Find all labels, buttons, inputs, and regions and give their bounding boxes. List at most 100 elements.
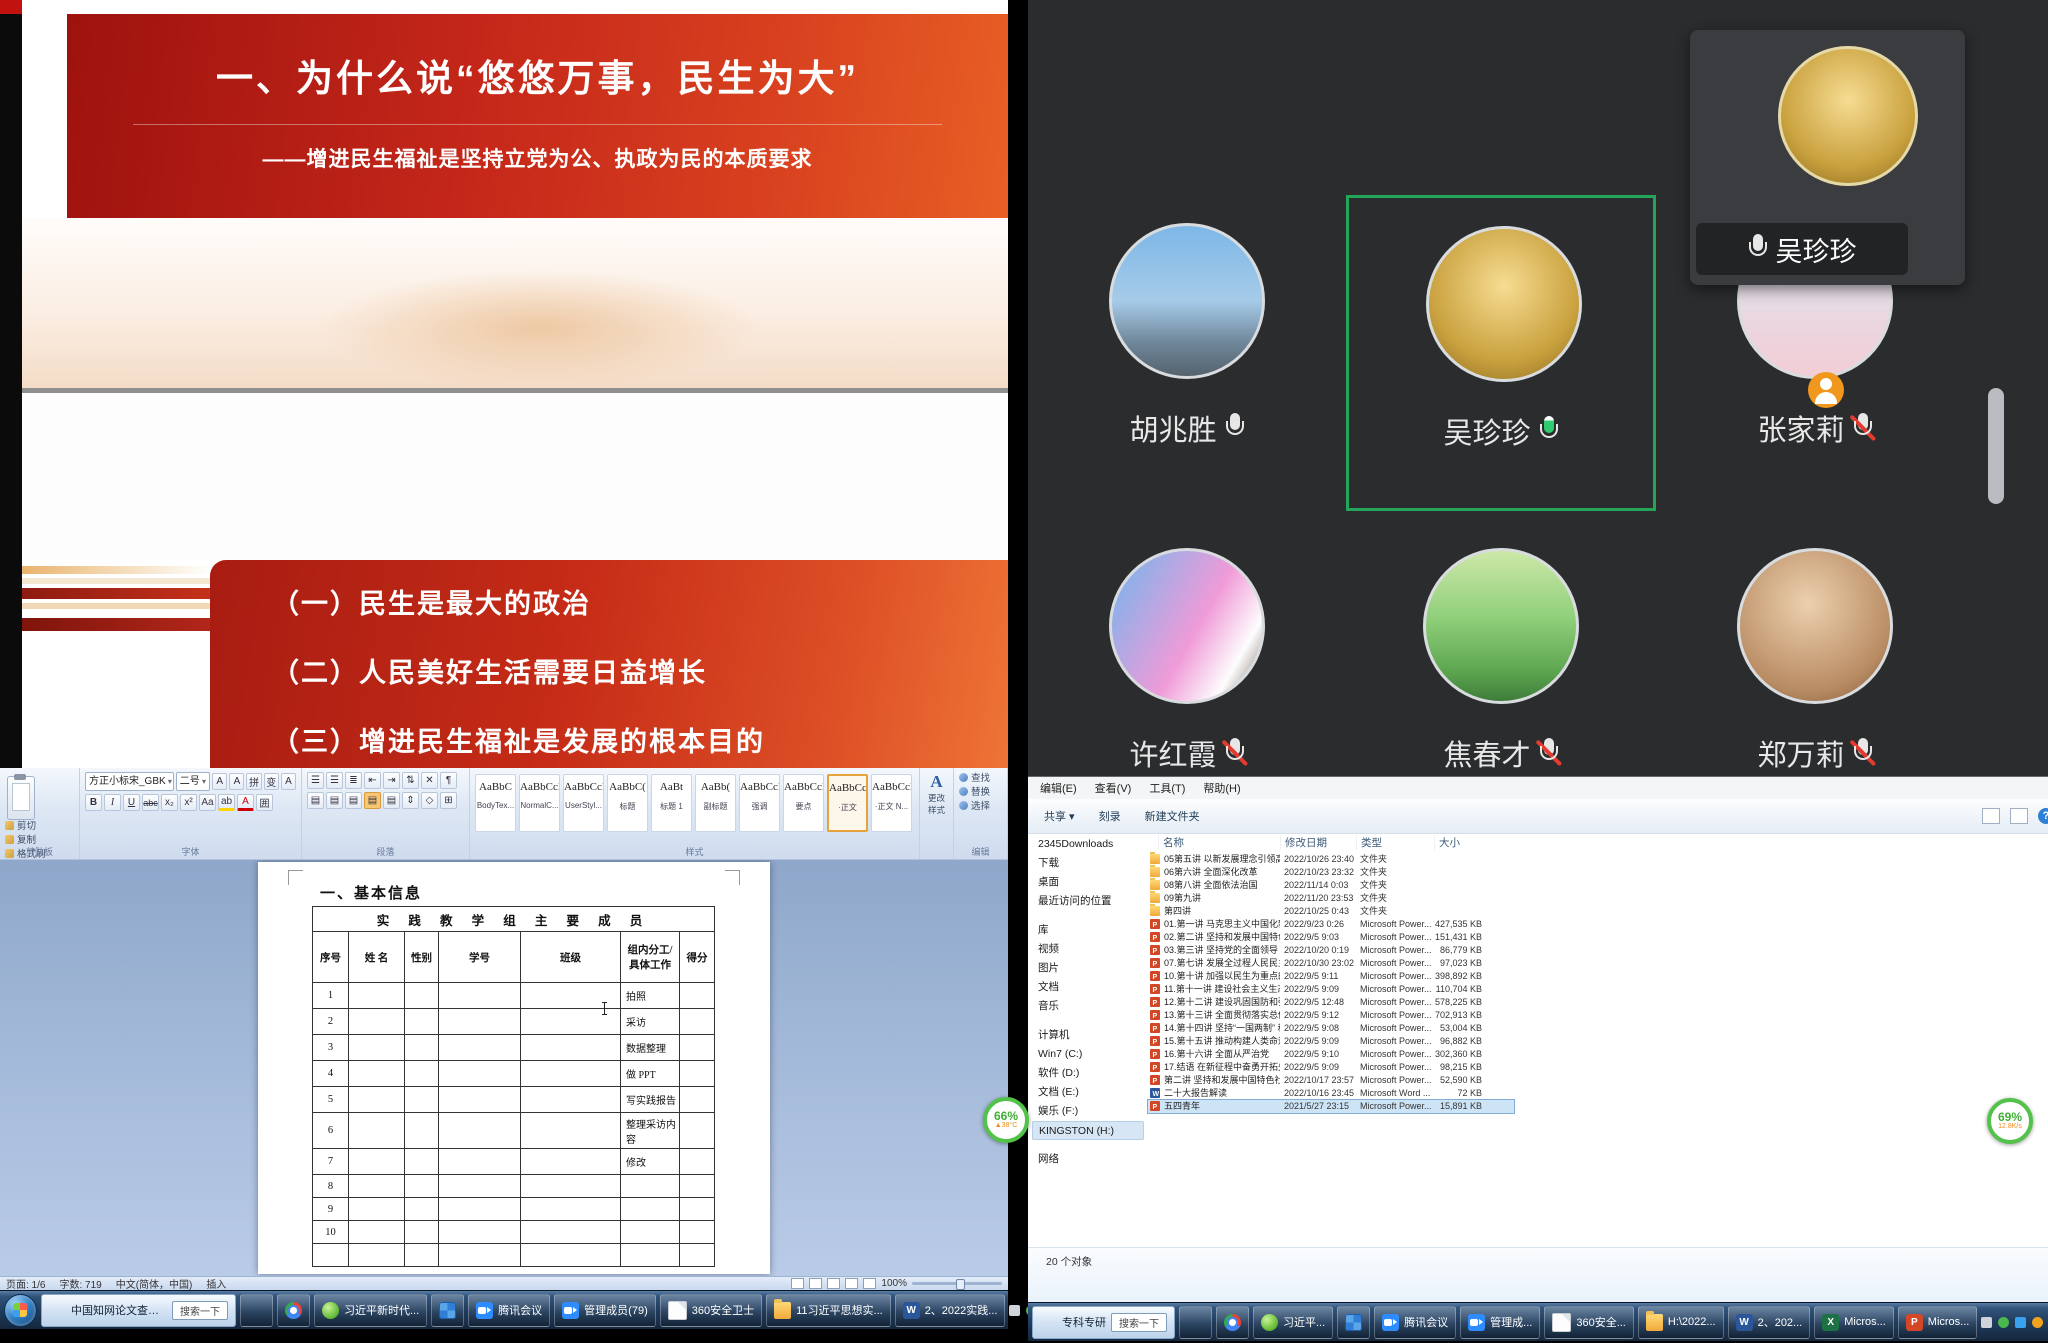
table-row[interactable]: 3 数据整理 [313,1035,715,1061]
file-row[interactable]: 第四讲 2022/10/25 0:43 文件夹 [1148,905,2040,918]
column-header-type[interactable]: 类型 [1356,835,1382,850]
view-mode-icon[interactable] [809,1278,822,1289]
taskbar-button[interactable]: 习近平... [1253,1306,1333,1339]
taskbar-button[interactable] [1179,1306,1212,1339]
font-size-combobox[interactable]: 二号 [176,772,210,791]
taskbar-button[interactable]: 360安全卫士 [660,1294,762,1327]
file-row[interactable]: 15.第十五讲 推动构建人类命运共同体 2022/9/5 9:09 Micros… [1148,1035,2040,1048]
editing-button[interactable]: 选择 [959,800,1002,814]
status-segment[interactable]: 字数: 719 [59,1276,101,1290]
taskbar-button[interactable]: H:\2022... [1638,1306,1724,1339]
font-tool-button[interactable]: 变 [264,773,279,790]
view-mode-icon[interactable] [827,1278,840,1289]
view-mode-icon[interactable] [845,1278,858,1289]
taskbar-button[interactable]: 11习近平思想实... [766,1294,891,1327]
menu-item[interactable]: 工具(T) [1149,780,1185,796]
table-row[interactable]: 8 [313,1175,715,1198]
taskbar-button[interactable]: 腾讯会议 [468,1294,550,1327]
taskbar-button[interactable]: 360安全... [1544,1306,1634,1339]
font-tool-button[interactable]: A [281,773,296,790]
alignment-button[interactable]: ▤ [326,792,343,809]
table-row[interactable]: 1 拍照 [313,983,715,1009]
status-segment[interactable]: 插入 [206,1276,226,1290]
sidebar-item[interactable]: 图片 [1032,959,1144,978]
column-header-date[interactable]: 修改日期 [1280,835,1327,850]
participant-tile[interactable]: 焦春才 [1346,520,1656,776]
font-tool-button[interactable]: A [212,773,227,790]
taskbar-button[interactable] [1216,1306,1249,1339]
taskbar-button[interactable] [240,1294,273,1327]
file-row[interactable]: 11.第十一讲 建设社会主义生态文明 2022/9/5 9:09 Microso… [1148,983,2040,996]
taskbar-button[interactable]: 中国知网论文查重官... 搜索一下 [41,1294,236,1327]
view-mode-icon[interactable] [791,1278,804,1289]
column-header-name[interactable]: 名称 [1158,835,1184,850]
paragraph-button[interactable]: ☰ [326,772,343,789]
taskbar-button[interactable]: Micros... [1814,1306,1894,1339]
zoom-level[interactable]: 100% [881,1278,907,1289]
toolbar-button[interactable]: 刻录 [1099,808,1121,824]
table-row[interactable]: 2 采访 [313,1009,715,1035]
360-speedball[interactable]: 66% ▲38°C [983,1097,1029,1143]
sidebar-item[interactable]: 计算机 [1032,1026,1144,1045]
style-card[interactable]: AaBt 标题 1 [651,774,692,832]
sidebar-item[interactable]: 下载 [1032,854,1144,873]
taskbar-button[interactable]: 管理成... [1460,1306,1540,1339]
sidebar-item[interactable]: 最近访问的位置 [1032,892,1144,911]
table-row[interactable] [313,1244,715,1267]
file-row[interactable]: 二十大报告解读 2022/10/16 23:45 Microsoft Word … [1148,1087,2040,1100]
sidebar-item[interactable]: 文档 [1032,978,1144,997]
file-row[interactable]: 14.第十四讲 坚持“一国两制” 和推进祖... 2022/9/5 9:08 M… [1148,1022,2040,1035]
font-format-button[interactable]: ab [218,794,235,811]
sidebar-item[interactable]: 网络 [1032,1150,1144,1169]
file-row[interactable]: 五四青年 2021/5/27 23:15 Microsoft Power... … [1148,1100,1514,1113]
sidebar-item[interactable]: 桌面 [1032,873,1144,892]
360-speedball[interactable]: 69% 12.8K/s [1987,1098,2033,1144]
style-card[interactable]: AaBbC BodyTex... [475,774,516,832]
file-row[interactable]: 第二讲 坚持和发展中国特色社会主义的... 2022/10/17 23:57 M… [1148,1074,2040,1087]
table-row[interactable]: 9 [313,1198,715,1221]
printer-icon[interactable] [1009,1305,1020,1316]
taskbar-button[interactable] [277,1294,310,1327]
status-segment[interactable]: 中文(简体，中国) [116,1276,193,1290]
table-row[interactable]: 5 写实践报告 [313,1087,715,1113]
font-format-button[interactable]: Aa [199,794,216,811]
alignment-button[interactable]: ⊞ [440,792,457,809]
file-row[interactable]: 08第八讲 全面依法治国 2022/11/14 0:03 文件夹 [1148,879,2040,892]
sidebar-item[interactable]: 视频 [1032,940,1144,959]
sidebar-item[interactable]: 音乐 [1032,997,1144,1016]
file-row[interactable]: 13.第十三讲 全面贯彻落实总体国家安全观 2022/9/5 9:12 Micr… [1148,1009,2040,1022]
table-row[interactable]: 10 [313,1221,715,1244]
sidebar-item[interactable]: KINGSTON (H:) [1032,1121,1144,1140]
taskbar-button[interactable]: 2、202... [1728,1306,1811,1339]
file-row[interactable]: 09第九讲 2022/11/20 23:53 文件夹 [1148,892,2040,905]
taskbar-button[interactable]: 专科专研 搜索一下 [1032,1306,1175,1339]
style-card[interactable]: AaBbC( 标题 [607,774,648,832]
toolbar-button[interactable]: 共享 ▾ [1044,808,1075,824]
file-row[interactable]: 01.第一讲 马克思主义中国化新的飞跃 2022/9/23 0:26 Micro… [1148,918,2040,931]
start-button[interactable] [4,1294,37,1327]
file-row[interactable]: 03.第三讲 坚持党的全面领导 2022/10/20 0:19 Microsof… [1148,944,2040,957]
font-format-button[interactable]: x² [180,794,197,811]
paragraph-button[interactable]: ⇅ [402,772,419,789]
document-page[interactable]: 一、基本信息 实 践 教 学 组 主 要 成 员 序号 姓 名 性别 学号 班级… [258,862,770,1274]
zoom-knob[interactable] [956,1279,965,1290]
alignment-button[interactable]: ▤ [345,792,362,809]
style-card[interactable]: AaBb( 副标题 [695,774,736,832]
font-name-combobox[interactable]: 方正小标宋_GBK [85,772,174,791]
file-row[interactable]: 06第六讲 全面深化改革 2022/10/23 23:32 文件夹 [1148,866,2040,879]
taskbar-button[interactable] [1337,1306,1370,1339]
editing-button[interactable]: 替换 [959,786,1002,800]
menu-item[interactable]: 帮助(H) [1203,780,1240,796]
participant-tile[interactable]: 郑万莉 [1660,520,1970,776]
participant-tile[interactable]: 许红霞 [1032,520,1342,776]
sidebar-item[interactable]: Win7 (C:) [1032,1045,1144,1064]
font-tool-button[interactable]: 拼 [246,773,261,790]
file-row[interactable]: 07.第七讲 发展全过程人民民主 2022/10/30 23:02 Micros… [1148,957,2040,970]
menu-item[interactable]: 编辑(E) [1040,780,1077,796]
table-row[interactable]: 4 做 PPT [313,1061,715,1087]
file-row[interactable]: 10.第十讲 加强以民生为重点的社会建设 2022/9/5 9:11 Micro… [1148,970,2040,983]
alignment-button[interactable]: ▤ [364,792,381,809]
paste-button[interactable] [7,776,35,820]
alignment-button[interactable]: ⇕ [402,792,419,809]
sidebar-item[interactable]: 娱乐 (F:) [1032,1102,1144,1121]
